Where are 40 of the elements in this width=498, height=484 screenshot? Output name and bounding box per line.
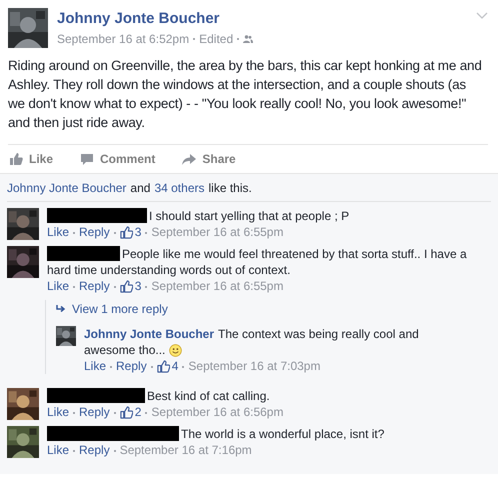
reply-link[interactable]: Reply <box>79 279 110 294</box>
speech-bubble-icon <box>80 152 94 166</box>
thumbs-up-icon <box>120 406 133 419</box>
thumbs-up-icon <box>120 226 133 239</box>
author-name[interactable]: Johnny Jonte Boucher <box>84 327 214 341</box>
like-count[interactable]: 2 <box>134 405 142 420</box>
view-more-link[interactable]: View 1 more reply <box>56 300 491 318</box>
comment-text: The world is a wonderful place, isnt it? <box>47 426 491 442</box>
like-link[interactable]: Like <box>47 225 70 240</box>
post-text: Riding around on Greenville, the area by the bars, this car kept honking at me and Ashley. They roll down the windows at the intersection, and a couple shouts (as we don't know what to expect) - - "You look really cool! No, you look awesome!" and then just ride away. <box>8 57 483 132</box>
like-count[interactable]: 4 <box>172 359 178 374</box>
chevron-down-icon[interactable] <box>476 12 488 19</box>
reply-link[interactable]: Reply <box>79 443 110 458</box>
reply-link[interactable]: Reply <box>116 359 147 374</box>
reply-link[interactable]: Reply <box>79 225 110 240</box>
thumbs-up-icon <box>120 280 133 293</box>
like-link[interactable]: Like <box>84 359 106 374</box>
comment-text: Best kind of cat calling. <box>47 388 491 404</box>
reply-arrow-icon <box>56 305 66 313</box>
thumbs-up-icon <box>9 152 23 166</box>
others-link[interactable]: 34 others <box>154 178 204 196</box>
reply-link[interactable]: Reply <box>79 405 110 420</box>
action-button[interactable]: Share <box>182 150 236 168</box>
comment-text: People like me would feel threatened by that sorta stuff.. I have a hard time understanding words out of context. <box>47 246 468 278</box>
comment-text: Johnny Jonte Boucher The context was being really cool and awesome tho... <box>84 326 420 358</box>
like-count[interactable]: 3 <box>134 225 142 240</box>
name-link[interactable]: Johnny Jonte Boucher <box>7 178 126 196</box>
like-link[interactable]: Like <box>47 405 70 420</box>
like-link[interactable]: Like <box>47 279 70 294</box>
like-link[interactable]: Like <box>47 443 70 458</box>
action-button[interactable]: Comment <box>80 150 156 168</box>
like-count[interactable]: 3 <box>134 279 142 294</box>
people-icon[interactable] <box>243 35 254 43</box>
author-name[interactable]: Johnny Jonte Boucher <box>57 9 220 29</box>
arrow-icon <box>182 152 196 166</box>
thumbs-up-icon <box>156 360 170 373</box>
action-button[interactable]: Like <box>9 150 54 168</box>
comment-text: I should start yelling that at people ; P <box>47 208 491 224</box>
likes-text: and <box>130 180 150 196</box>
likes-text: like this. <box>208 180 252 196</box>
